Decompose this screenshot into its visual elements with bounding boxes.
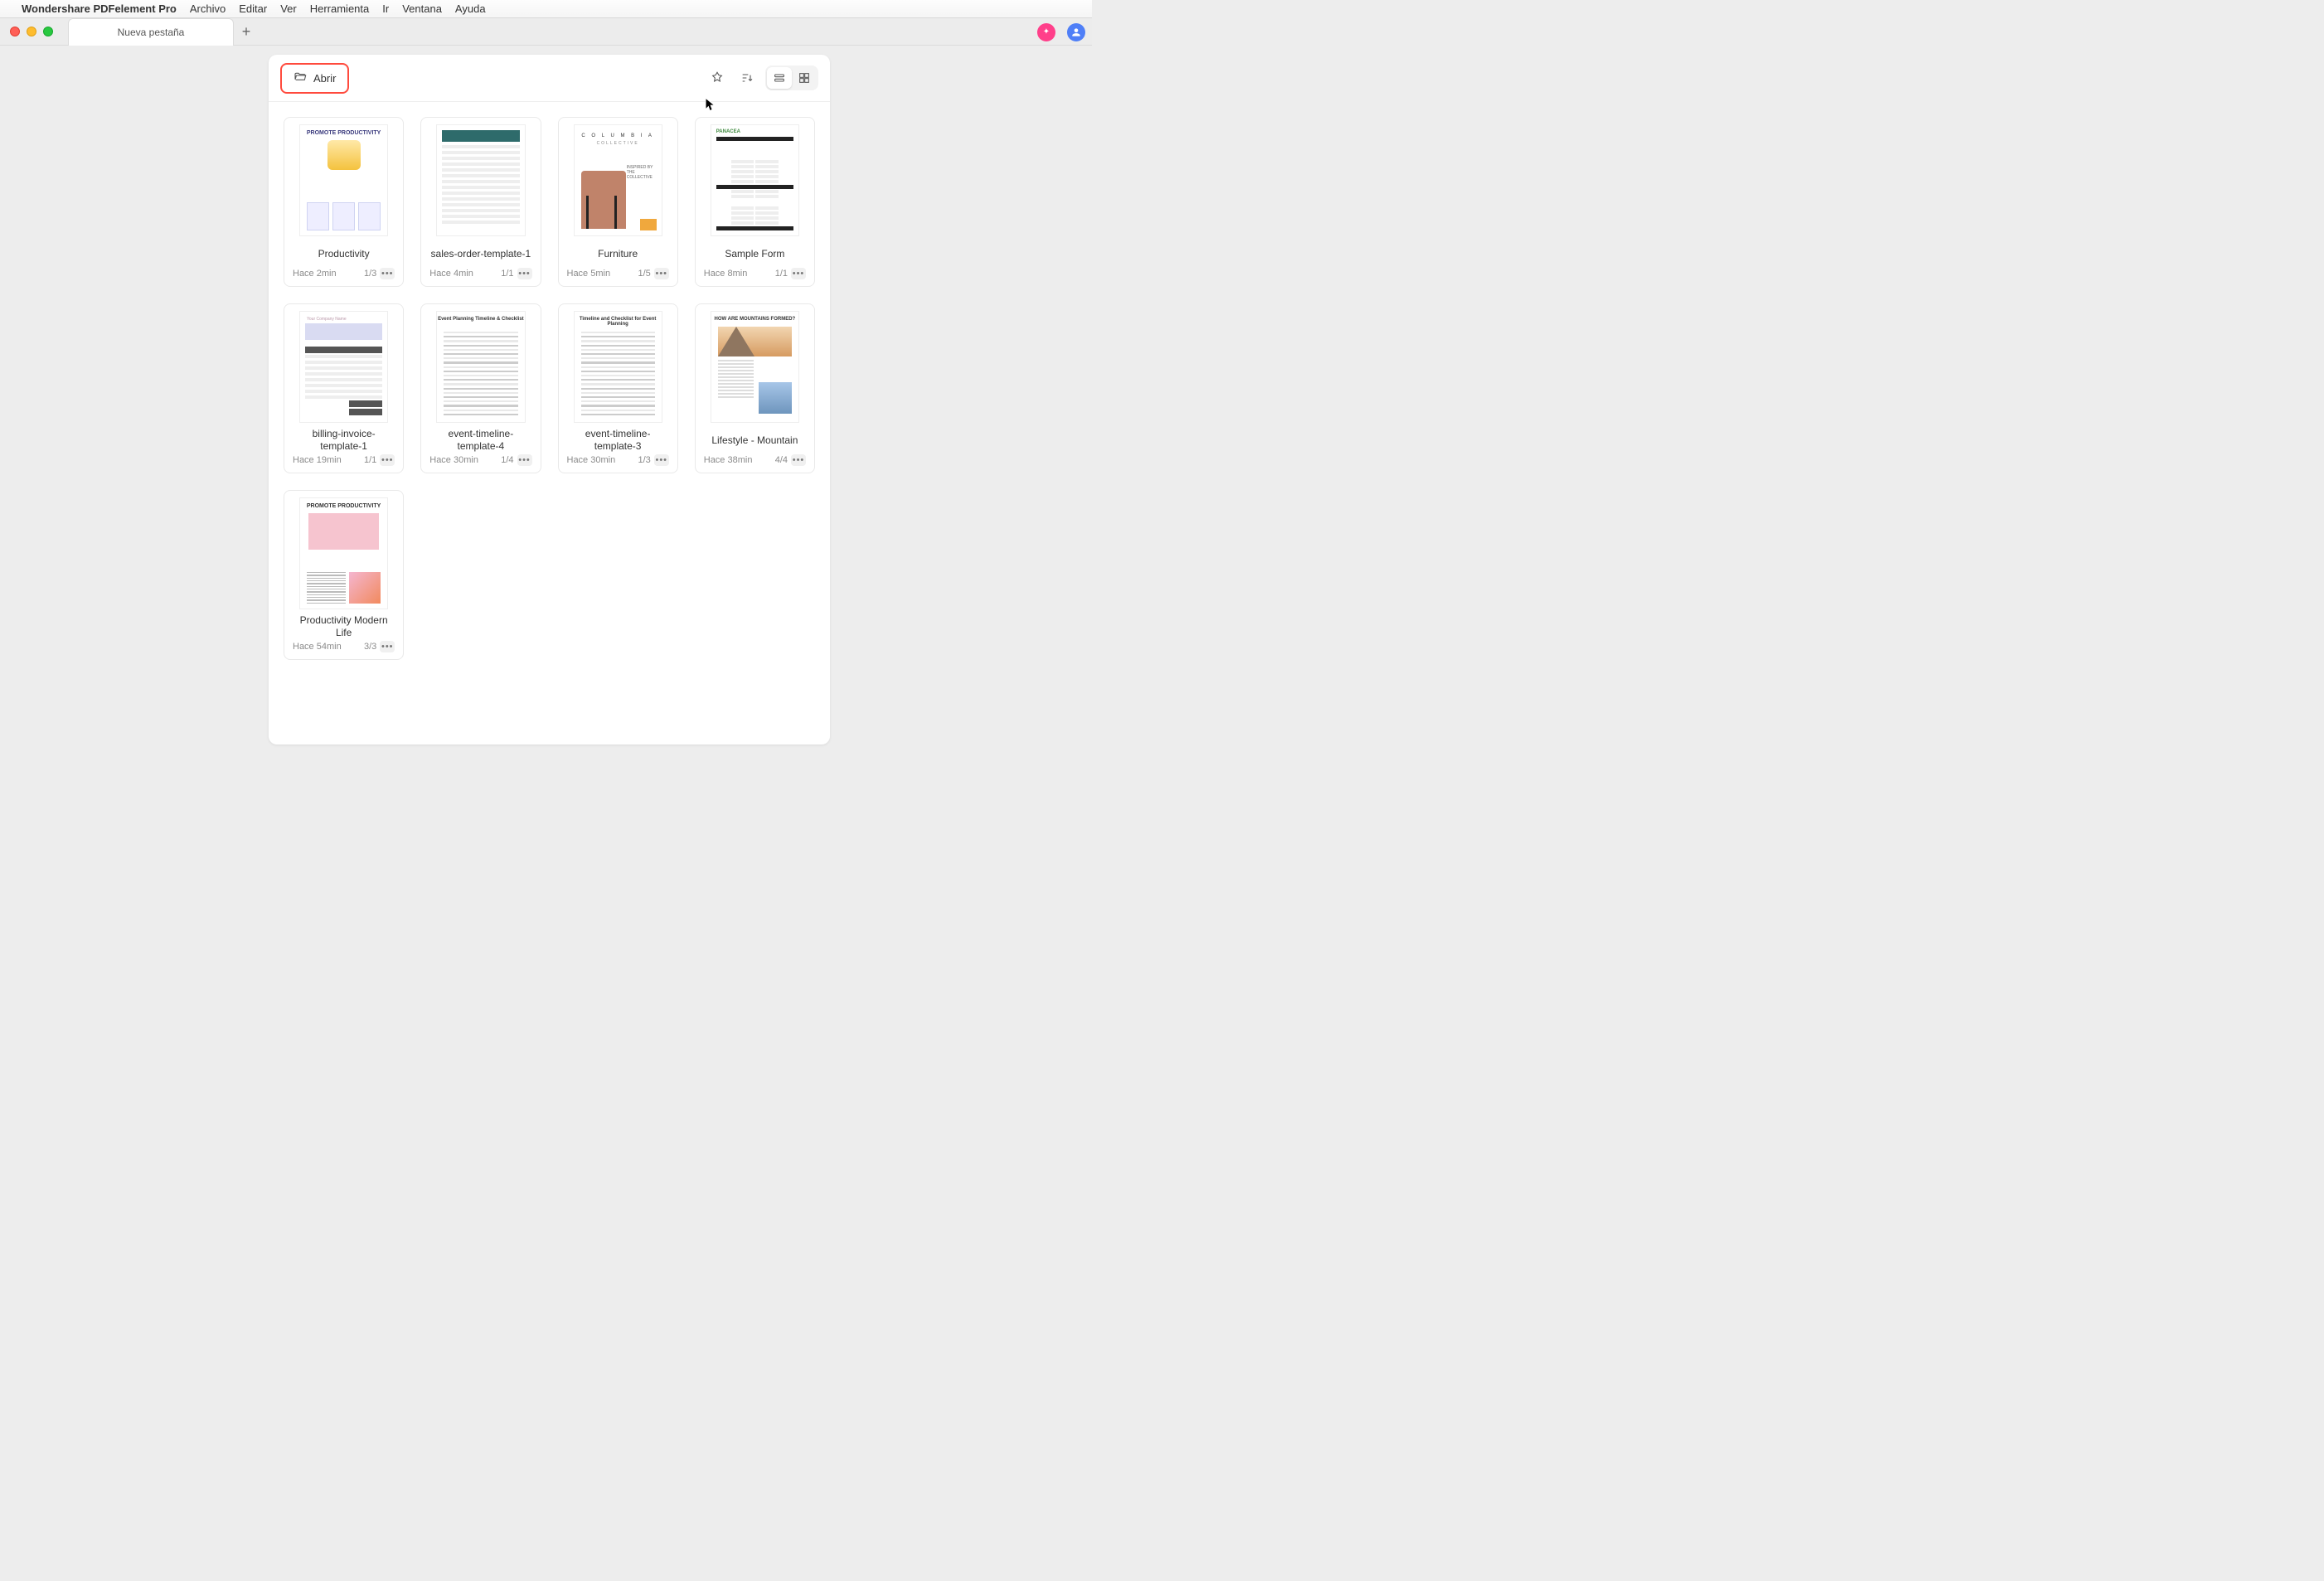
- document-thumbnail: HOW ARE MOUNTAINS FORMED?: [711, 311, 799, 423]
- document-title: Lifestyle - Mountain: [701, 428, 809, 453]
- document-meta: Hace 54min 3/3 •••: [289, 639, 398, 652]
- document-meta: Hace 19min 1/1 •••: [289, 453, 398, 466]
- document-time: Hace 19min: [293, 455, 342, 465]
- document-time: Hace 30min: [429, 455, 478, 465]
- document-page-count: 1/5: [638, 269, 650, 279]
- promo-badge-icon[interactable]: ✦: [1037, 23, 1055, 41]
- minimize-window-icon[interactable]: [27, 27, 36, 36]
- document-title: event-timeline-template-4: [426, 428, 535, 453]
- document-title: Furniture: [564, 241, 672, 266]
- app-name[interactable]: Wondershare PDFelement Pro: [22, 2, 177, 15]
- document-more-button[interactable]: •••: [517, 454, 532, 466]
- document-card[interactable]: PROMOTE PRODUCTIVITY Productivity Hace 2…: [284, 117, 404, 287]
- window-controls: [10, 27, 53, 36]
- document-title: Productivity Modern Life: [289, 614, 398, 639]
- tab-new[interactable]: Nueva pestaña: [68, 18, 234, 46]
- document-time: Hace 30min: [567, 455, 616, 465]
- tab-label: Nueva pestaña: [118, 27, 185, 38]
- document-time: Hace 38min: [704, 455, 753, 465]
- document-card[interactable]: HOW ARE MOUNTAINS FORMED? Lifestyle - Mo…: [695, 303, 815, 473]
- document-time: Hace 2min: [293, 269, 337, 279]
- document-title: billing-invoice-template-1: [289, 428, 398, 453]
- documents-grid: PROMOTE PRODUCTIVITY Productivity Hace 2…: [269, 102, 830, 744]
- document-page-count: 3/3: [364, 642, 376, 652]
- document-more-button[interactable]: •••: [380, 268, 395, 279]
- document-time: Hace 4min: [429, 269, 473, 279]
- mac-menubar: Wondershare PDFelement Pro Archivo Edita…: [0, 0, 1092, 18]
- fullscreen-window-icon[interactable]: [43, 27, 53, 36]
- document-thumbnail: C O L U M B I ACOLLECTIVEINSPIRED BY THE…: [574, 124, 662, 236]
- new-tab-button[interactable]: +: [234, 18, 259, 46]
- document-thumbnail: [436, 124, 525, 236]
- document-title: Productivity: [289, 241, 398, 266]
- document-more-button[interactable]: •••: [654, 454, 669, 466]
- document-more-button[interactable]: •••: [791, 268, 806, 279]
- document-meta: Hace 4min 1/1 •••: [426, 266, 535, 279]
- view-toggle: [765, 65, 818, 90]
- document-thumbnail: Timeline and Checklist for Event Plannin…: [574, 311, 662, 423]
- document-page-count: 1/1: [364, 455, 376, 465]
- document-page-count: 1/3: [364, 269, 376, 279]
- document-thumbnail: PROMOTE PRODUCTIVITY: [299, 124, 388, 236]
- document-card[interactable]: C O L U M B I ACOLLECTIVEINSPIRED BY THE…: [558, 117, 678, 287]
- menu-herramienta[interactable]: Herramienta: [310, 2, 370, 15]
- document-more-button[interactable]: •••: [380, 454, 395, 466]
- open-file-label: Abrir: [313, 72, 336, 85]
- panel-header: Abrir: [269, 55, 830, 102]
- menu-editar[interactable]: Editar: [239, 2, 267, 15]
- tab-strip: Nueva pestaña + ✦: [0, 18, 1092, 46]
- pin-icon[interactable]: [706, 66, 729, 90]
- document-thumbnail: Your Company Name: [299, 311, 388, 423]
- document-card[interactable]: PROMOTE PRODUCTIVITY Productivity Modern…: [284, 490, 404, 660]
- grid-view-button[interactable]: [792, 67, 817, 89]
- app-window: Nueva pestaña + ✦ Abrir: [0, 18, 1092, 744]
- document-page-count: 1/4: [501, 455, 513, 465]
- recent-files-panel: Abrir PROMOTE PROD: [269, 55, 830, 744]
- close-window-icon[interactable]: [10, 27, 20, 36]
- list-view-button[interactable]: [767, 67, 792, 89]
- document-title: sales-order-template-1: [426, 241, 535, 266]
- document-title: Sample Form: [701, 241, 809, 266]
- document-meta: Hace 8min 1/1 •••: [701, 266, 809, 279]
- document-time: Hace 54min: [293, 642, 342, 652]
- document-card[interactable]: Timeline and Checklist for Event Plannin…: [558, 303, 678, 473]
- menu-archivo[interactable]: Archivo: [190, 2, 226, 15]
- menu-ver[interactable]: Ver: [280, 2, 297, 15]
- document-meta: Hace 5min 1/5 •••: [564, 266, 672, 279]
- document-page-count: 1/1: [501, 269, 513, 279]
- document-page-count: 4/4: [775, 455, 788, 465]
- document-page-count: 1/3: [638, 455, 650, 465]
- menu-ir[interactable]: Ir: [382, 2, 389, 15]
- document-more-button[interactable]: •••: [380, 641, 395, 652]
- open-file-button[interactable]: Abrir: [280, 63, 349, 94]
- document-thumbnail: Event Planning Timeline & Checklist: [436, 311, 525, 423]
- menu-ayuda[interactable]: Ayuda: [455, 2, 486, 15]
- document-meta: Hace 2min 1/3 •••: [289, 266, 398, 279]
- document-card[interactable]: PANACEA Sample Form Hace 8min 1/1 •••: [695, 117, 815, 287]
- document-meta: Hace 30min 1/3 •••: [564, 453, 672, 466]
- document-meta: Hace 30min 1/4 •••: [426, 453, 535, 466]
- document-title: event-timeline-template-3: [564, 428, 672, 453]
- document-thumbnail: PROMOTE PRODUCTIVITY: [299, 497, 388, 609]
- document-more-button[interactable]: •••: [517, 268, 532, 279]
- folder-open-icon: [294, 70, 307, 86]
- document-card[interactable]: Event Planning Timeline & Checklist even…: [420, 303, 541, 473]
- document-time: Hace 8min: [704, 269, 748, 279]
- account-icon[interactable]: [1067, 23, 1085, 41]
- document-card[interactable]: Your Company Name billing-invoice-templa…: [284, 303, 404, 473]
- document-more-button[interactable]: •••: [791, 454, 806, 466]
- sort-icon[interactable]: [735, 66, 759, 90]
- document-card[interactable]: sales-order-template-1 Hace 4min 1/1 •••: [420, 117, 541, 287]
- document-time: Hace 5min: [567, 269, 611, 279]
- document-page-count: 1/1: [775, 269, 788, 279]
- menu-ventana[interactable]: Ventana: [402, 2, 442, 15]
- document-more-button[interactable]: •••: [654, 268, 669, 279]
- document-thumbnail: PANACEA: [711, 124, 799, 236]
- document-meta: Hace 38min 4/4 •••: [701, 453, 809, 466]
